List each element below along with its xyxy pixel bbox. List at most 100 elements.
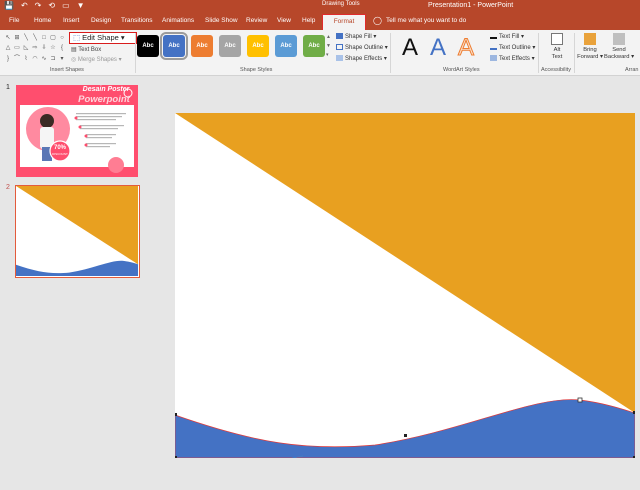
lightbulb-icon: ◯ bbox=[373, 16, 382, 25]
send-backward-button[interactable]: Send Backward ▾ bbox=[604, 33, 634, 61]
poster-title-line2: Powerpoint bbox=[78, 94, 130, 105]
shape-style-preset-3[interactable]: Abc bbox=[191, 35, 213, 57]
zigzag-shape-icon[interactable]: ⌇ bbox=[22, 55, 30, 64]
triangle-shape-icon[interactable]: △ bbox=[4, 44, 12, 53]
wordart-plain[interactable]: A bbox=[402, 34, 418, 62]
line-shape-icon[interactable]: ╲ bbox=[22, 34, 30, 43]
arrow-shape-icon[interactable]: ⇨ bbox=[31, 44, 39, 53]
slide2-thumb-artwork bbox=[16, 186, 138, 276]
arc-shape-icon[interactable]: ◠ bbox=[31, 55, 39, 64]
alt-text-button[interactable]: Alt Text bbox=[546, 33, 568, 61]
slide-thumbnail-1[interactable]: Desain Poster Powerpoint 70% DISCOUNT bbox=[16, 85, 138, 177]
shape-style-preset-7[interactable]: Abc bbox=[303, 35, 325, 57]
star-shape-icon[interactable]: ☆ bbox=[49, 44, 57, 53]
oval-shape-icon[interactable]: ○ bbox=[58, 34, 66, 43]
tab-file[interactable]: File bbox=[9, 17, 19, 24]
vertex-point[interactable] bbox=[174, 413, 177, 416]
repeat-icon[interactable]: ⟲ bbox=[48, 1, 55, 10]
blue-wave-shape[interactable] bbox=[174, 399, 636, 459]
slide-canvas[interactable] bbox=[174, 113, 636, 474]
shapes-gallery[interactable]: ↖ ⊞ ╲ ╲ □ ▢ ○ △ ▭ ◺ ⇨ ⇩ ☆ { } ⌒ ⌇ ◠ ∿ ⊐ … bbox=[4, 34, 66, 64]
tab-design[interactable]: Design bbox=[91, 17, 111, 24]
tab-home[interactable]: Home bbox=[34, 17, 51, 24]
textbox-shape-icon[interactable]: ⊞ bbox=[13, 34, 21, 43]
edit-shape-button[interactable]: ⬚ Edit Shape ▾ bbox=[69, 32, 137, 44]
tab-help[interactable]: Help bbox=[302, 17, 315, 24]
text-outline-button[interactable]: Text Outline ▾ bbox=[490, 44, 535, 51]
edit-point-handle[interactable] bbox=[577, 397, 583, 403]
group-separator bbox=[574, 33, 575, 73]
rect-shape-icon[interactable]: ▭ bbox=[13, 44, 21, 53]
text-outline-icon bbox=[490, 44, 497, 51]
shape-style-preset-6[interactable]: Abc bbox=[275, 35, 297, 57]
slide-thumbnail-2[interactable] bbox=[15, 185, 140, 278]
text-fill-label: Text Fill bbox=[499, 34, 520, 40]
shape-style-preset-5[interactable]: Abc bbox=[247, 35, 269, 57]
arrange-group-label: Arran bbox=[625, 67, 639, 73]
more-shapes-icon[interactable]: ▾ bbox=[58, 55, 66, 64]
tab-animations[interactable]: Animations bbox=[162, 17, 194, 24]
text-box-button[interactable]: ▤ Text Box bbox=[71, 46, 101, 53]
present-icon[interactable]: ▭ bbox=[62, 1, 70, 10]
shape-outline-button[interactable]: Shape Outline ▾ bbox=[336, 44, 388, 51]
alt-text-icon bbox=[551, 33, 563, 45]
select-arrow-icon[interactable]: ↖ bbox=[4, 34, 12, 43]
discount-percent: 70% bbox=[53, 145, 66, 151]
shape-effects-icon bbox=[336, 55, 343, 62]
text-effects-button[interactable]: Text Effects ▾ bbox=[490, 55, 535, 62]
bring-forward-button[interactable]: Bring Forward ▾ bbox=[576, 33, 604, 61]
tell-me-search[interactable]: Tell me what you want to do bbox=[386, 17, 466, 24]
vertex-point[interactable] bbox=[174, 456, 177, 459]
text-fill-button[interactable]: Text Fill ▾ bbox=[490, 33, 524, 40]
vertex-point[interactable] bbox=[404, 434, 407, 437]
arrow-shape-icon[interactable]: ⇩ bbox=[40, 44, 48, 53]
rectangle-shape-icon[interactable]: □ bbox=[40, 34, 48, 43]
line-shape-icon[interactable]: ╲ bbox=[31, 34, 39, 43]
undo-icon[interactable]: ↶ bbox=[21, 1, 28, 10]
brace-shape-icon[interactable]: } bbox=[4, 55, 12, 64]
discount-label: DISCOUNT bbox=[52, 152, 68, 156]
shape-style-preset-2[interactable]: Abc bbox=[160, 32, 188, 60]
group-separator bbox=[135, 33, 136, 73]
slide2-artwork[interactable] bbox=[174, 113, 636, 474]
gold-triangle-shape[interactable] bbox=[175, 113, 635, 413]
gallery-scroll[interactable]: ▲ ▼ ▾ bbox=[326, 33, 331, 60]
bracket-shape-icon[interactable]: ⊐ bbox=[49, 55, 57, 64]
ribbon: ↖ ⊞ ╲ ╲ □ ▢ ○ △ ▭ ◺ ⇨ ⇩ ☆ { } ⌒ ⌇ ◠ ∿ ⊐ … bbox=[0, 30, 640, 76]
save-icon[interactable]: 💾 bbox=[4, 1, 14, 10]
drawing-tools-label: Drawing Tools bbox=[322, 1, 360, 7]
redo-icon[interactable]: ↷ bbox=[35, 1, 42, 10]
shape-style-preset-4[interactable]: Abc bbox=[219, 35, 241, 57]
triangle-shape-icon[interactable]: ◺ bbox=[22, 44, 30, 53]
brace-shape-icon[interactable]: { bbox=[58, 44, 66, 53]
shape-styles-group-label: Shape Styles bbox=[240, 67, 273, 73]
customize-qat-icon[interactable]: ▼ bbox=[77, 1, 85, 10]
wordart-blue[interactable]: A bbox=[430, 34, 446, 62]
shape-style-preset-1[interactable]: Abc bbox=[137, 35, 159, 57]
alt-text-line1: Alt bbox=[553, 47, 561, 53]
shape-effects-button[interactable]: Shape Effects ▾ bbox=[336, 55, 387, 62]
tab-review[interactable]: Review bbox=[246, 17, 267, 24]
tab-format[interactable]: Format bbox=[322, 14, 366, 30]
bring-forward-line2: Forward bbox=[577, 54, 599, 60]
shape-fill-label: Shape Fill bbox=[345, 34, 372, 40]
poster-title-line1: Desain Poster bbox=[82, 86, 130, 93]
vertex-point[interactable] bbox=[633, 411, 636, 414]
tab-view[interactable]: View bbox=[277, 17, 291, 24]
text-fill-icon bbox=[490, 33, 497, 40]
text-box-label: Text Box bbox=[78, 47, 102, 53]
rounded-rect-shape-icon[interactable]: ▢ bbox=[49, 34, 57, 43]
shape-fill-button[interactable]: Shape Fill ▾ bbox=[336, 33, 376, 40]
curve-shape-icon[interactable]: ⌒ bbox=[13, 55, 21, 64]
tab-transitions[interactable]: Transitions bbox=[121, 17, 153, 24]
send-backward-line1: Send bbox=[612, 47, 626, 53]
vertex-point[interactable] bbox=[633, 456, 636, 459]
send-backward-icon bbox=[613, 33, 625, 45]
edit-shape-icon: ⬚ bbox=[73, 33, 81, 42]
merge-shapes-button[interactable]: ◎ Merge Shapes ▾ bbox=[71, 56, 122, 63]
shape-effects-label: Shape Effects bbox=[345, 56, 383, 62]
tab-slide-show[interactable]: Slide Show bbox=[205, 17, 238, 24]
wordart-orange-outline[interactable]: A bbox=[457, 34, 474, 62]
scribble-shape-icon[interactable]: ∿ bbox=[40, 55, 48, 64]
tab-insert[interactable]: Insert bbox=[63, 17, 79, 24]
